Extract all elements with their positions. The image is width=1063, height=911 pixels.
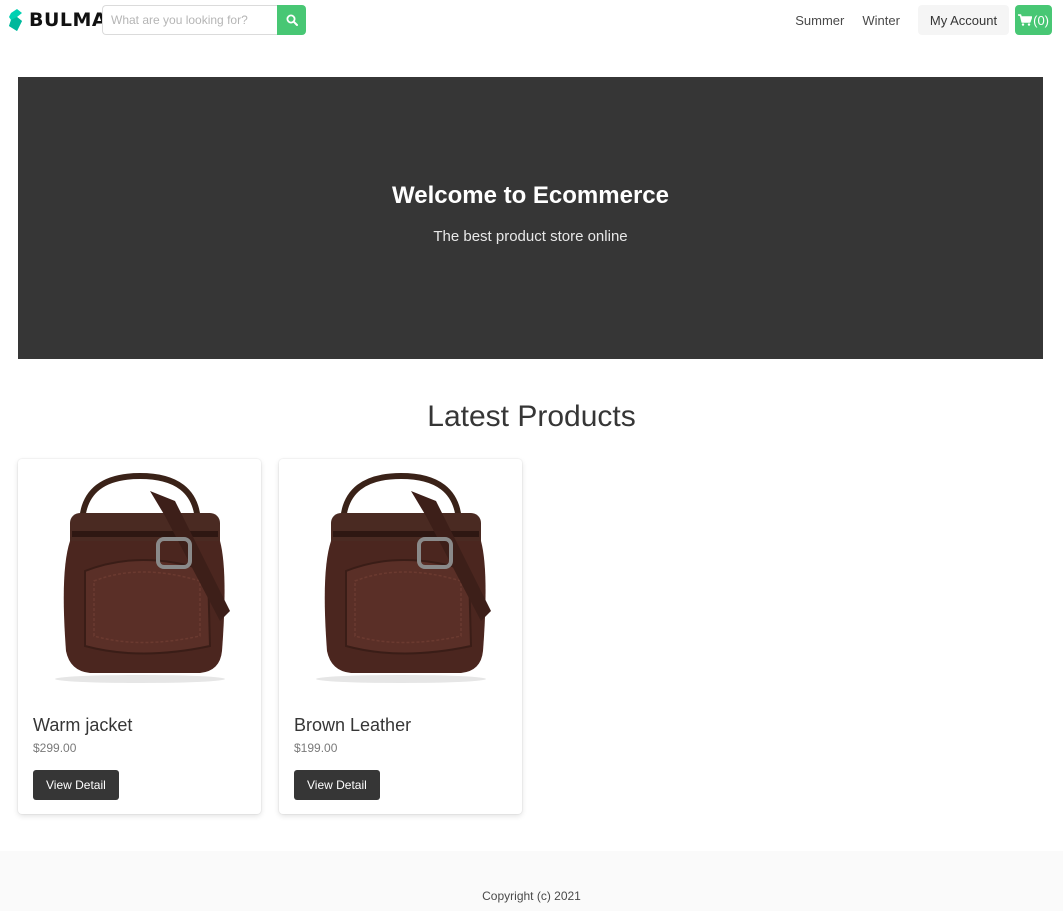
- cart-button[interactable]: (0): [1015, 5, 1052, 35]
- hero-subtitle: The best product store online: [433, 227, 628, 245]
- search-bar: [102, 5, 306, 35]
- product-name[interactable]: Brown Leather: [294, 715, 411, 736]
- section-title: Latest Products: [427, 400, 636, 433]
- nav-link-summer[interactable]: Summer: [786, 13, 853, 28]
- search-input[interactable]: [102, 5, 277, 35]
- footer: Copyright (c) 2021: [0, 851, 1063, 911]
- product-image[interactable]: [30, 471, 249, 687]
- shopping-cart-icon: [1018, 14, 1033, 26]
- search-icon: [286, 14, 298, 26]
- product-card: Warm jacket $299.00 View Detail: [18, 459, 261, 814]
- cart-count: (0): [1033, 12, 1049, 28]
- copyright-text: Copyright (c) 2021: [482, 889, 581, 903]
- product-card: Brown Leather $199.00 View Detail: [279, 459, 522, 814]
- product-name[interactable]: Warm jacket: [33, 715, 132, 736]
- brand-logo[interactable]: BULMA: [9, 9, 107, 31]
- hero-banner: Welcome to Ecommerce The best product st…: [18, 77, 1043, 359]
- my-account-button[interactable]: My Account: [917, 5, 1010, 35]
- search-button[interactable]: [277, 5, 306, 35]
- nav-link-winter[interactable]: Winter: [853, 13, 909, 28]
- product-price: $299.00: [33, 741, 77, 755]
- hero-title: Welcome to Ecommerce: [392, 181, 669, 209]
- product-price: $199.00: [294, 741, 338, 755]
- product-image[interactable]: [291, 471, 510, 687]
- navbar-end: Summer Winter My Account (0): [786, 5, 1052, 35]
- view-detail-button[interactable]: View Detail: [33, 770, 119, 800]
- brand-name: BULMA: [29, 9, 108, 31]
- view-detail-button[interactable]: View Detail: [294, 770, 380, 800]
- bulma-logo-icon: [9, 9, 22, 31]
- navbar: BULMA Summer Winter My Account (0): [0, 0, 1063, 40]
